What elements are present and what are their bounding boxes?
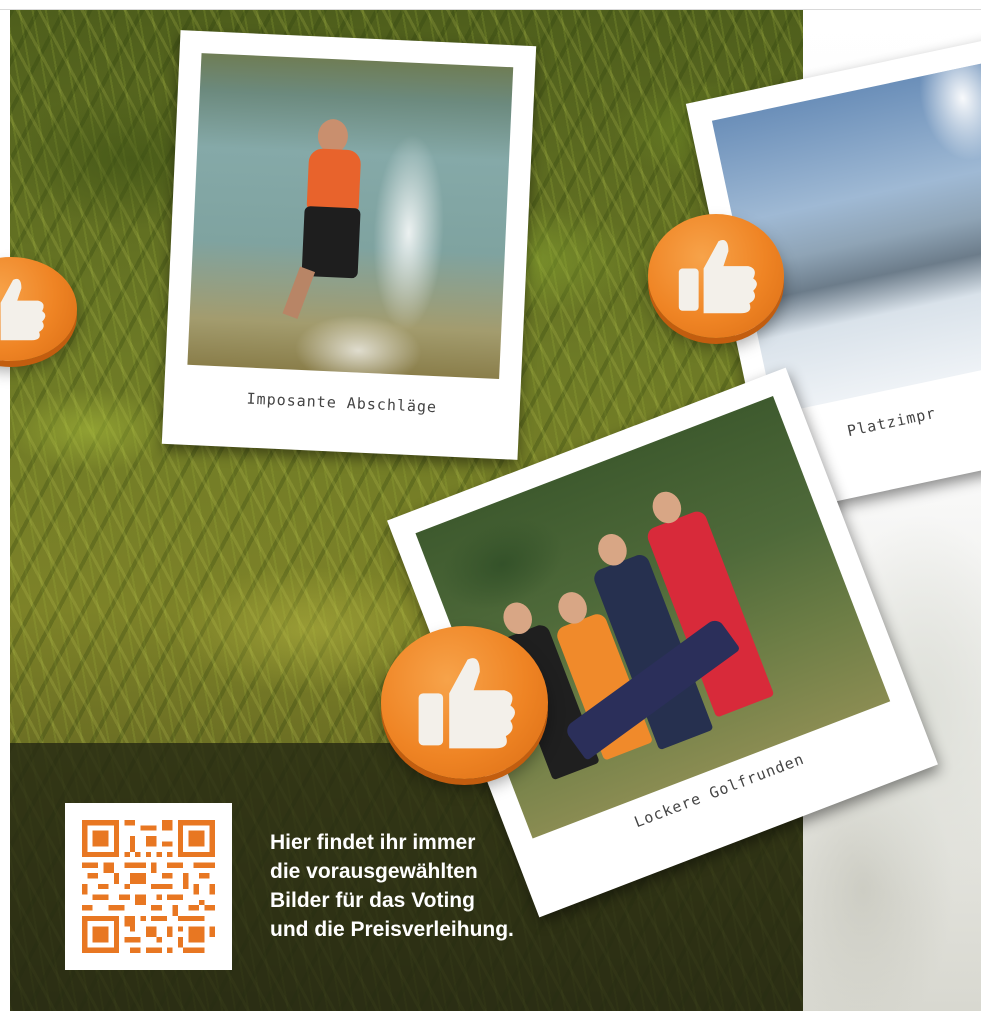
photo-golfer-water-splash (187, 53, 514, 379)
info-line: und die Preisverleihung. (270, 918, 514, 941)
golfer-shirt (306, 148, 362, 213)
qr-code-icon (82, 820, 215, 953)
info-line: Hier findet ihr immer (270, 831, 476, 854)
photo-caption: Imposante Abschläge (246, 389, 438, 417)
golfer-pants (301, 205, 361, 279)
qr-code[interactable] (65, 803, 232, 970)
golfer-leg (282, 266, 316, 319)
like-button[interactable] (0, 257, 77, 361)
info-line: die vorausgewählten (270, 860, 478, 883)
like-button[interactable] (381, 626, 548, 779)
page: Imposante Abschläge Platzimpr Lockere Go… (0, 0, 981, 1011)
thumbs-up-icon (418, 658, 515, 749)
like-button[interactable] (648, 214, 784, 338)
thumbs-up-icon (0, 278, 46, 341)
info-line: Bilder für das Voting (270, 889, 475, 912)
voting-info-text: Hier findet ihr immer die vorausgewählte… (270, 828, 590, 944)
thumbs-up-icon (678, 240, 757, 314)
photo-card-abschlaege[interactable]: Imposante Abschläge (161, 30, 537, 460)
